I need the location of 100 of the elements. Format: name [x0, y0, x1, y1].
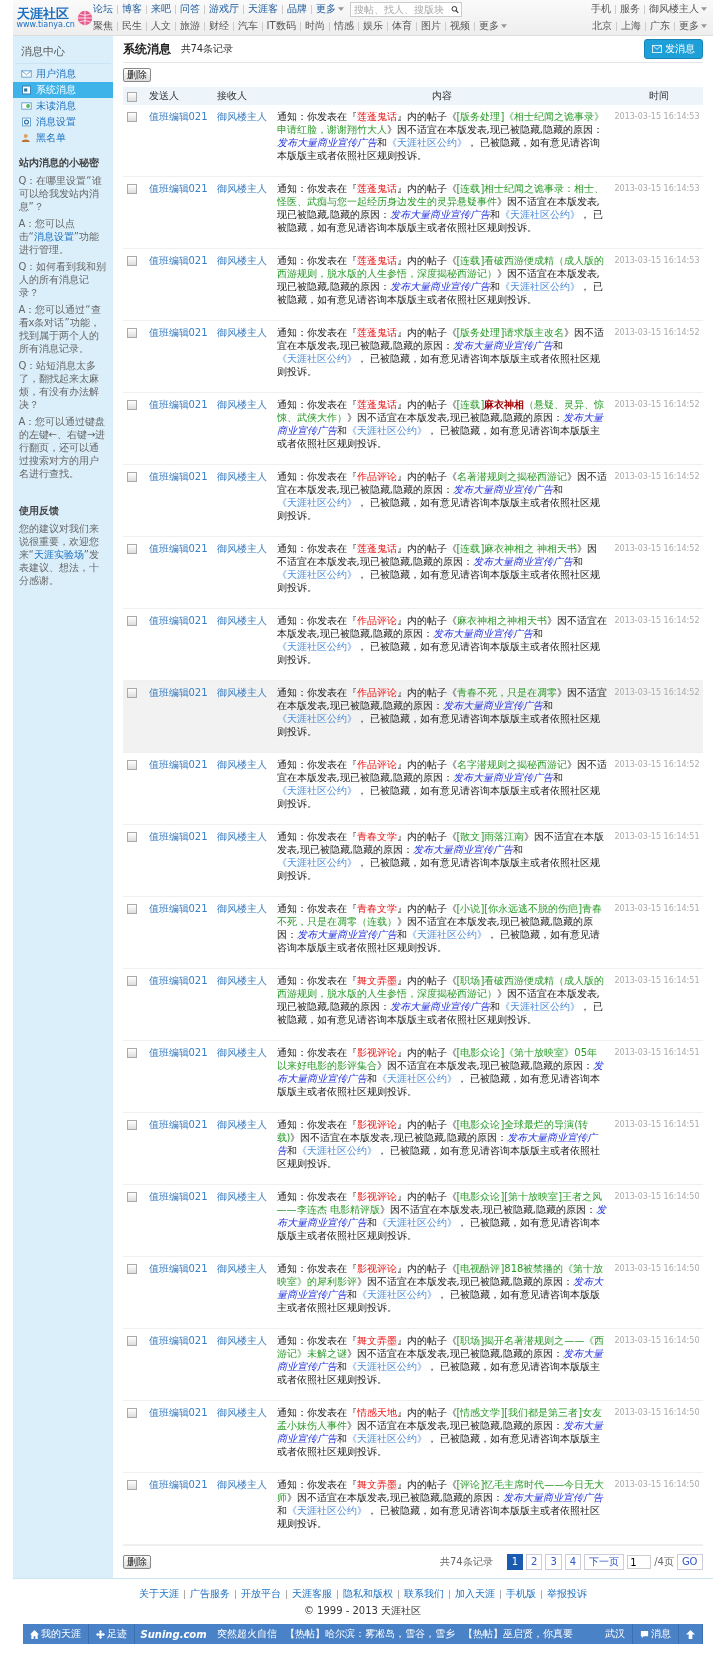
sidebar-item[interactable]: 黑名单: [12, 130, 113, 146]
sender-link[interactable]: 值班编辑021: [148, 1190, 209, 1203]
city-button[interactable]: 武汉: [597, 1624, 633, 1644]
user-menu-link[interactable]: 手机: [590, 3, 611, 15]
messages-button[interactable]: 消息: [632, 1624, 679, 1644]
footer-link[interactable]: 关于天涯: [138, 1587, 179, 1601]
ad-logo[interactable]: Suning.com: [134, 1628, 213, 1640]
channel-link[interactable]: 民生: [121, 20, 142, 32]
sender-link[interactable]: 值班编辑021: [148, 614, 209, 627]
footer-link[interactable]: 开放平台: [240, 1587, 281, 1601]
rules-link[interactable]: 《天涯社区公约》: [499, 1001, 580, 1012]
channel-link[interactable]: 聚焦: [92, 20, 113, 32]
sender-link[interactable]: 值班编辑021: [148, 470, 209, 483]
sender-link[interactable]: 值班编辑021: [148, 254, 209, 267]
rules-link[interactable]: 《天涯社区公约》: [276, 641, 357, 652]
channel-link[interactable]: 财经: [208, 20, 229, 32]
nav-link[interactable]: 来吧: [150, 3, 171, 15]
page-link[interactable]: 1: [506, 1554, 523, 1570]
receiver-link[interactable]: 御风楼主人: [216, 326, 269, 339]
rules-link[interactable]: 《天涯社区公约》: [276, 497, 357, 508]
nav-link[interactable]: 天涯客: [247, 3, 278, 15]
sender-link[interactable]: 值班编辑021: [148, 1118, 209, 1131]
receiver-link[interactable]: 御风楼主人: [216, 1046, 269, 1059]
city-link[interactable]: 北京: [591, 20, 612, 32]
rules-link[interactable]: 《天涯社区公约》: [276, 785, 357, 796]
receiver-link[interactable]: 御风楼主人: [216, 830, 269, 843]
user-menu-link[interactable]: 服务: [619, 3, 640, 15]
footer-link[interactable]: 广告服务: [189, 1587, 230, 1601]
footer-link[interactable]: 隐私和版权: [342, 1587, 393, 1601]
sender-link[interactable]: 值班编辑021: [148, 902, 209, 915]
rules-link[interactable]: 《天涯社区公约》: [276, 857, 357, 868]
receiver-link[interactable]: 御风楼主人: [216, 686, 269, 699]
sender-link[interactable]: 值班编辑021: [148, 974, 209, 987]
receiver-link[interactable]: 御风楼主人: [216, 1262, 269, 1275]
receiver-link[interactable]: 御风楼主人: [216, 758, 269, 771]
nav-link[interactable]: 更多: [315, 3, 344, 15]
nav-link[interactable]: 品牌: [286, 3, 307, 15]
city-link[interactable]: 更多: [678, 20, 707, 32]
receiver-link[interactable]: 御风楼主人: [216, 1190, 269, 1203]
receiver-link[interactable]: 御风楼主人: [216, 1334, 269, 1347]
rules-link[interactable]: 《天涯社区公约》: [296, 1145, 377, 1156]
receiver-link[interactable]: 御风楼主人: [216, 1406, 269, 1419]
channel-link[interactable]: 体育: [391, 20, 412, 32]
sender-link[interactable]: 值班编辑021: [148, 398, 209, 411]
sender-link[interactable]: 值班编辑021: [148, 830, 209, 843]
sidebar-item[interactable]: 用户消息: [12, 66, 113, 82]
channel-link[interactable]: 图片: [420, 20, 441, 32]
rules-link[interactable]: 《天涯社区公约》: [376, 1217, 457, 1228]
channel-link[interactable]: 情感: [333, 20, 354, 32]
sender-link[interactable]: 值班编辑021: [148, 758, 209, 771]
receiver-link[interactable]: 御风楼主人: [216, 470, 269, 483]
news-link[interactable]: 突然超火自信: [212, 1627, 281, 1641]
rules-link[interactable]: 《天涯社区公约》: [286, 1505, 367, 1516]
channel-link[interactable]: 人文: [150, 20, 171, 32]
receiver-link[interactable]: 御风楼主人: [216, 110, 269, 123]
sender-link[interactable]: 值班编辑021: [148, 1334, 209, 1347]
user-menu-link[interactable]: 御风楼主人: [648, 3, 707, 15]
channel-link[interactable]: IT数码: [266, 20, 296, 32]
nav-link[interactable]: 博客: [121, 3, 142, 15]
delete-button[interactable]: 删除: [122, 1555, 151, 1569]
nav-link[interactable]: 游戏厅: [208, 3, 239, 15]
delete-button[interactable]: 删除: [122, 68, 151, 82]
news-link[interactable]: 【热帖】哈尔滨：雾凇岛，雪谷，雪乡: [280, 1627, 459, 1641]
channel-link[interactable]: 更多: [478, 20, 507, 32]
rules-link[interactable]: 《天涯社区公约》: [346, 425, 427, 436]
page-number-field[interactable]: 1: [627, 1555, 652, 1569]
nav-link[interactable]: 问答: [179, 3, 200, 15]
compose-button[interactable]: 发消息: [643, 39, 703, 59]
footer-link[interactable]: 手机版: [505, 1587, 536, 1601]
receiver-link[interactable]: 御风楼主人: [216, 398, 269, 411]
sender-link[interactable]: 值班编辑021: [148, 542, 209, 555]
rules-link[interactable]: 《天涯社区公约》: [499, 281, 580, 292]
channel-link[interactable]: 时尚: [304, 20, 325, 32]
search-field[interactable]: 搜帖、找人、搜版块: [349, 1, 462, 17]
receiver-link[interactable]: 御风楼主人: [216, 614, 269, 627]
rules-link[interactable]: 《天涯社区公约》: [276, 569, 357, 580]
footer-link[interactable]: 天涯客服: [291, 1587, 332, 1601]
go-button[interactable]: GO: [676, 1554, 703, 1570]
next-page-link[interactable]: 下一页: [584, 1554, 625, 1570]
receiver-link[interactable]: 御风楼主人: [216, 1118, 269, 1131]
city-link[interactable]: 上海: [620, 20, 641, 32]
rules-link[interactable]: 《天涯社区公约》: [499, 209, 580, 220]
channel-link[interactable]: 视频: [449, 20, 470, 32]
tip-link[interactable]: 消息设置: [33, 231, 74, 242]
rules-link[interactable]: 《天涯社区公约》: [346, 1433, 427, 1444]
footer-link[interactable]: 联系我们: [403, 1587, 444, 1601]
channel-link[interactable]: 旅游: [179, 20, 200, 32]
sender-link[interactable]: 值班编辑021: [148, 1046, 209, 1059]
receiver-link[interactable]: 御风楼主人: [216, 542, 269, 555]
news-link[interactable]: 【热帖】巫启贤，你真要: [458, 1627, 577, 1641]
page-link[interactable]: 2: [526, 1554, 543, 1570]
sender-link[interactable]: 值班编辑021: [148, 1406, 209, 1419]
rules-link[interactable]: 《天涯社区公约》: [346, 1361, 427, 1372]
footprint-button[interactable]: 足迹: [88, 1624, 135, 1644]
rules-link[interactable]: 《天涯社区公约》: [376, 1073, 457, 1084]
receiver-link[interactable]: 御风楼主人: [216, 902, 269, 915]
sender-link[interactable]: 值班编辑021: [148, 1478, 209, 1491]
city-link[interactable]: 广东: [649, 20, 670, 32]
sender-link[interactable]: 值班编辑021: [148, 1262, 209, 1275]
page-link[interactable]: 4: [564, 1554, 582, 1570]
